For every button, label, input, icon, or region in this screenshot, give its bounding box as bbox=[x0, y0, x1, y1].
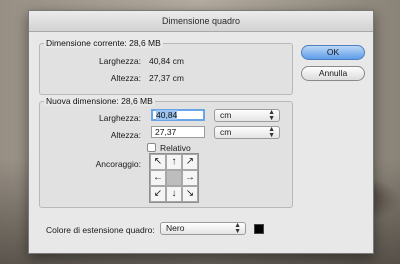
anchor-right[interactable]: → bbox=[182, 170, 198, 186]
anchor-label: Ancoraggio: bbox=[95, 159, 141, 169]
extension-color-label: Colore di estensione quadro: bbox=[46, 225, 155, 235]
relative-label: Relativo bbox=[160, 143, 191, 153]
new-width-label: Larghezza: bbox=[98, 113, 141, 123]
new-height-input-text: 27,37 bbox=[155, 127, 177, 137]
current-size-label: Dimensione corrente: 28,6 MB bbox=[44, 38, 163, 48]
new-height-label: Altezza: bbox=[110, 130, 141, 140]
dialog-title: Dimensione quadro bbox=[29, 11, 373, 32]
anchor-bottom-right[interactable]: ↘ bbox=[182, 186, 198, 202]
chevron-updown-icon: ▲ ▼ bbox=[268, 126, 275, 139]
anchor-left[interactable]: ← bbox=[150, 170, 166, 186]
relative-checkbox[interactable] bbox=[147, 143, 156, 152]
anchor-center[interactable] bbox=[166, 170, 182, 186]
current-width-label: Larghezza: bbox=[98, 56, 141, 66]
anchor-bottom[interactable]: ↓ bbox=[166, 186, 182, 202]
new-height-unit-select[interactable]: cm ▲ ▼ bbox=[214, 126, 280, 139]
anchor-bottom-left[interactable]: ↙ bbox=[150, 186, 166, 202]
current-width-value: 40,84 cm bbox=[149, 56, 184, 66]
new-width-input-text: 40,84 bbox=[156, 110, 178, 120]
anchor-top-right[interactable]: ↗ bbox=[182, 154, 198, 170]
anchor-grid: ↖ ↑ ↗ ← → ↙ ↓ ↘ bbox=[149, 153, 199, 203]
current-height-value: 27,37 cm bbox=[149, 73, 184, 83]
chevron-updown-icon: ▲ ▼ bbox=[234, 222, 241, 235]
extension-color-select[interactable]: Nero ▲ ▼ bbox=[160, 222, 246, 235]
anchor-top[interactable]: ↑ bbox=[166, 154, 182, 170]
new-height-input[interactable]: 27,37 bbox=[151, 126, 205, 138]
canvas-size-dialog: Dimensione quadro Dimensione corrente: 2… bbox=[28, 10, 374, 254]
extension-color-value: Nero bbox=[166, 223, 185, 233]
anchor-top-left[interactable]: ↖ bbox=[150, 154, 166, 170]
new-width-unit-select[interactable]: cm ▲ ▼ bbox=[214, 109, 280, 122]
chevron-updown-icon: ▲ ▼ bbox=[268, 109, 275, 122]
current-height-label: Altezza: bbox=[110, 73, 141, 83]
new-size-label: Nuova dimensione: 28,6 MB bbox=[44, 96, 155, 106]
cancel-button[interactable]: Annulla bbox=[301, 66, 365, 81]
ok-button[interactable]: OK bbox=[301, 45, 365, 60]
extension-color-swatch[interactable] bbox=[254, 224, 264, 234]
new-width-input[interactable]: 40,84 bbox=[151, 109, 205, 121]
new-width-unit-value: cm bbox=[220, 110, 232, 120]
current-size-group bbox=[39, 43, 293, 95]
new-height-unit-value: cm bbox=[220, 127, 232, 137]
